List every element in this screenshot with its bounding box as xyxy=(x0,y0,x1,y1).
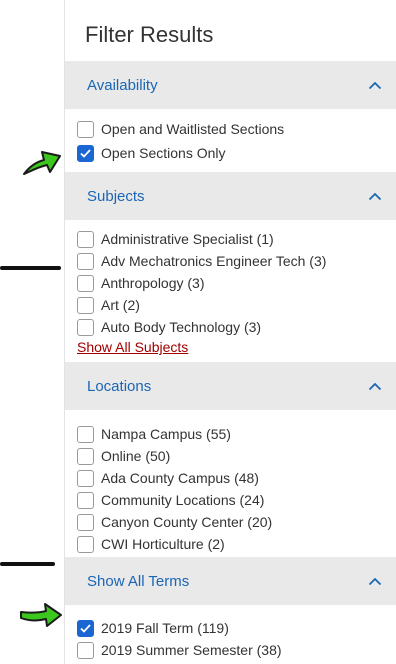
checkmark-icon xyxy=(80,623,91,633)
option-label: CWI Horticulture (2) xyxy=(101,536,225,552)
locations-section-header[interactable]: Locations xyxy=(65,362,396,410)
option-label: Open and Waitlisted Sections xyxy=(101,121,285,137)
checkmark-icon xyxy=(80,148,91,158)
checkbox-option[interactable]: Open and Waitlisted Sections xyxy=(77,119,284,139)
checkbox[interactable] xyxy=(77,447,94,465)
checkbox-option[interactable]: Open Sections Only xyxy=(77,143,226,163)
checkbox[interactable] xyxy=(77,120,94,138)
checkbox[interactable] xyxy=(77,619,94,637)
chevron-up-icon[interactable] xyxy=(368,81,382,90)
panel-title: Filter Results xyxy=(85,22,214,47)
checkbox[interactable] xyxy=(77,318,94,336)
checkbox[interactable] xyxy=(77,230,94,248)
checkbox[interactable] xyxy=(77,491,94,509)
chevron-up-icon[interactable] xyxy=(368,192,382,201)
option-label: Canyon County Center (20) xyxy=(101,514,273,530)
annotation-line-terms xyxy=(0,562,55,566)
checkbox-option[interactable]: Administrative Specialist (1) xyxy=(77,229,274,249)
checkbox-option[interactable]: Anthropology (3) xyxy=(77,273,205,293)
checkbox-option[interactable]: 2019 Fall Term (119) xyxy=(77,618,229,638)
checkbox[interactable] xyxy=(77,274,94,292)
availability-section-label: Availability xyxy=(87,76,158,94)
option-label: Adv Mechatronics Engineer Tech (3) xyxy=(101,253,327,269)
annotation-line-subjects xyxy=(0,266,61,270)
checkbox-option[interactable]: Ada County Campus (48) xyxy=(77,468,259,488)
option-label: 2019 Fall Term (119) xyxy=(101,620,229,636)
subjects-section-label: Subjects xyxy=(87,187,145,205)
chevron-up-icon[interactable] xyxy=(368,577,382,586)
checkbox-option[interactable]: Art (2) xyxy=(77,295,140,315)
checkbox[interactable] xyxy=(77,252,94,270)
checkbox-option[interactable]: Canyon County Center (20) xyxy=(77,512,272,532)
checkbox-option[interactable]: Adv Mechatronics Engineer Tech (3) xyxy=(77,251,326,271)
green-arrow-icon xyxy=(23,151,61,175)
terms-section-header[interactable]: Show All Terms xyxy=(65,557,396,605)
checkbox[interactable] xyxy=(77,641,94,659)
option-label: Online (50) xyxy=(101,448,171,464)
subjects-section-header[interactable]: Subjects xyxy=(65,172,396,220)
checkbox-option[interactable]: Nampa Campus (55) xyxy=(77,424,231,444)
option-label: Nampa Campus (55) xyxy=(101,426,231,442)
option-label: Ada County Campus (48) xyxy=(101,470,259,486)
checkbox[interactable] xyxy=(77,425,94,443)
locations-section-label: Locations xyxy=(87,377,152,395)
checkbox[interactable] xyxy=(77,144,94,162)
checkbox[interactable] xyxy=(77,296,94,314)
checkbox-option[interactable]: Community Locations (24) xyxy=(77,490,264,510)
filter-panel: Filter Results Availability Open and Wai… xyxy=(64,0,396,664)
availability-section-header[interactable]: Availability xyxy=(65,61,396,109)
green-arrow-icon xyxy=(20,603,62,627)
show-all-subjects-link[interactable]: Show All Subjects xyxy=(77,339,188,355)
option-label: Administrative Specialist (1) xyxy=(101,231,274,247)
option-label: Open Sections Only xyxy=(101,145,226,161)
checkbox[interactable] xyxy=(77,469,94,487)
checkbox[interactable] xyxy=(77,513,94,531)
checkbox[interactable] xyxy=(77,535,94,553)
option-label: 2019 Summer Semester (38) xyxy=(101,642,282,658)
terms-section-label: Show All Terms xyxy=(87,572,190,590)
checkbox-option[interactable]: Auto Body Technology (3) xyxy=(77,317,261,337)
option-label: Anthropology (3) xyxy=(101,275,205,291)
option-label: Auto Body Technology (3) xyxy=(101,319,262,335)
option-label: Art (2) xyxy=(101,297,140,313)
chevron-up-icon[interactable] xyxy=(368,382,382,391)
option-label: Community Locations (24) xyxy=(101,492,265,508)
checkbox-option[interactable]: Online (50) xyxy=(77,446,170,466)
checkbox-option[interactable]: 2019 Summer Semester (38) xyxy=(77,640,282,660)
checkbox-option[interactable]: CWI Horticulture (2) xyxy=(77,534,225,554)
